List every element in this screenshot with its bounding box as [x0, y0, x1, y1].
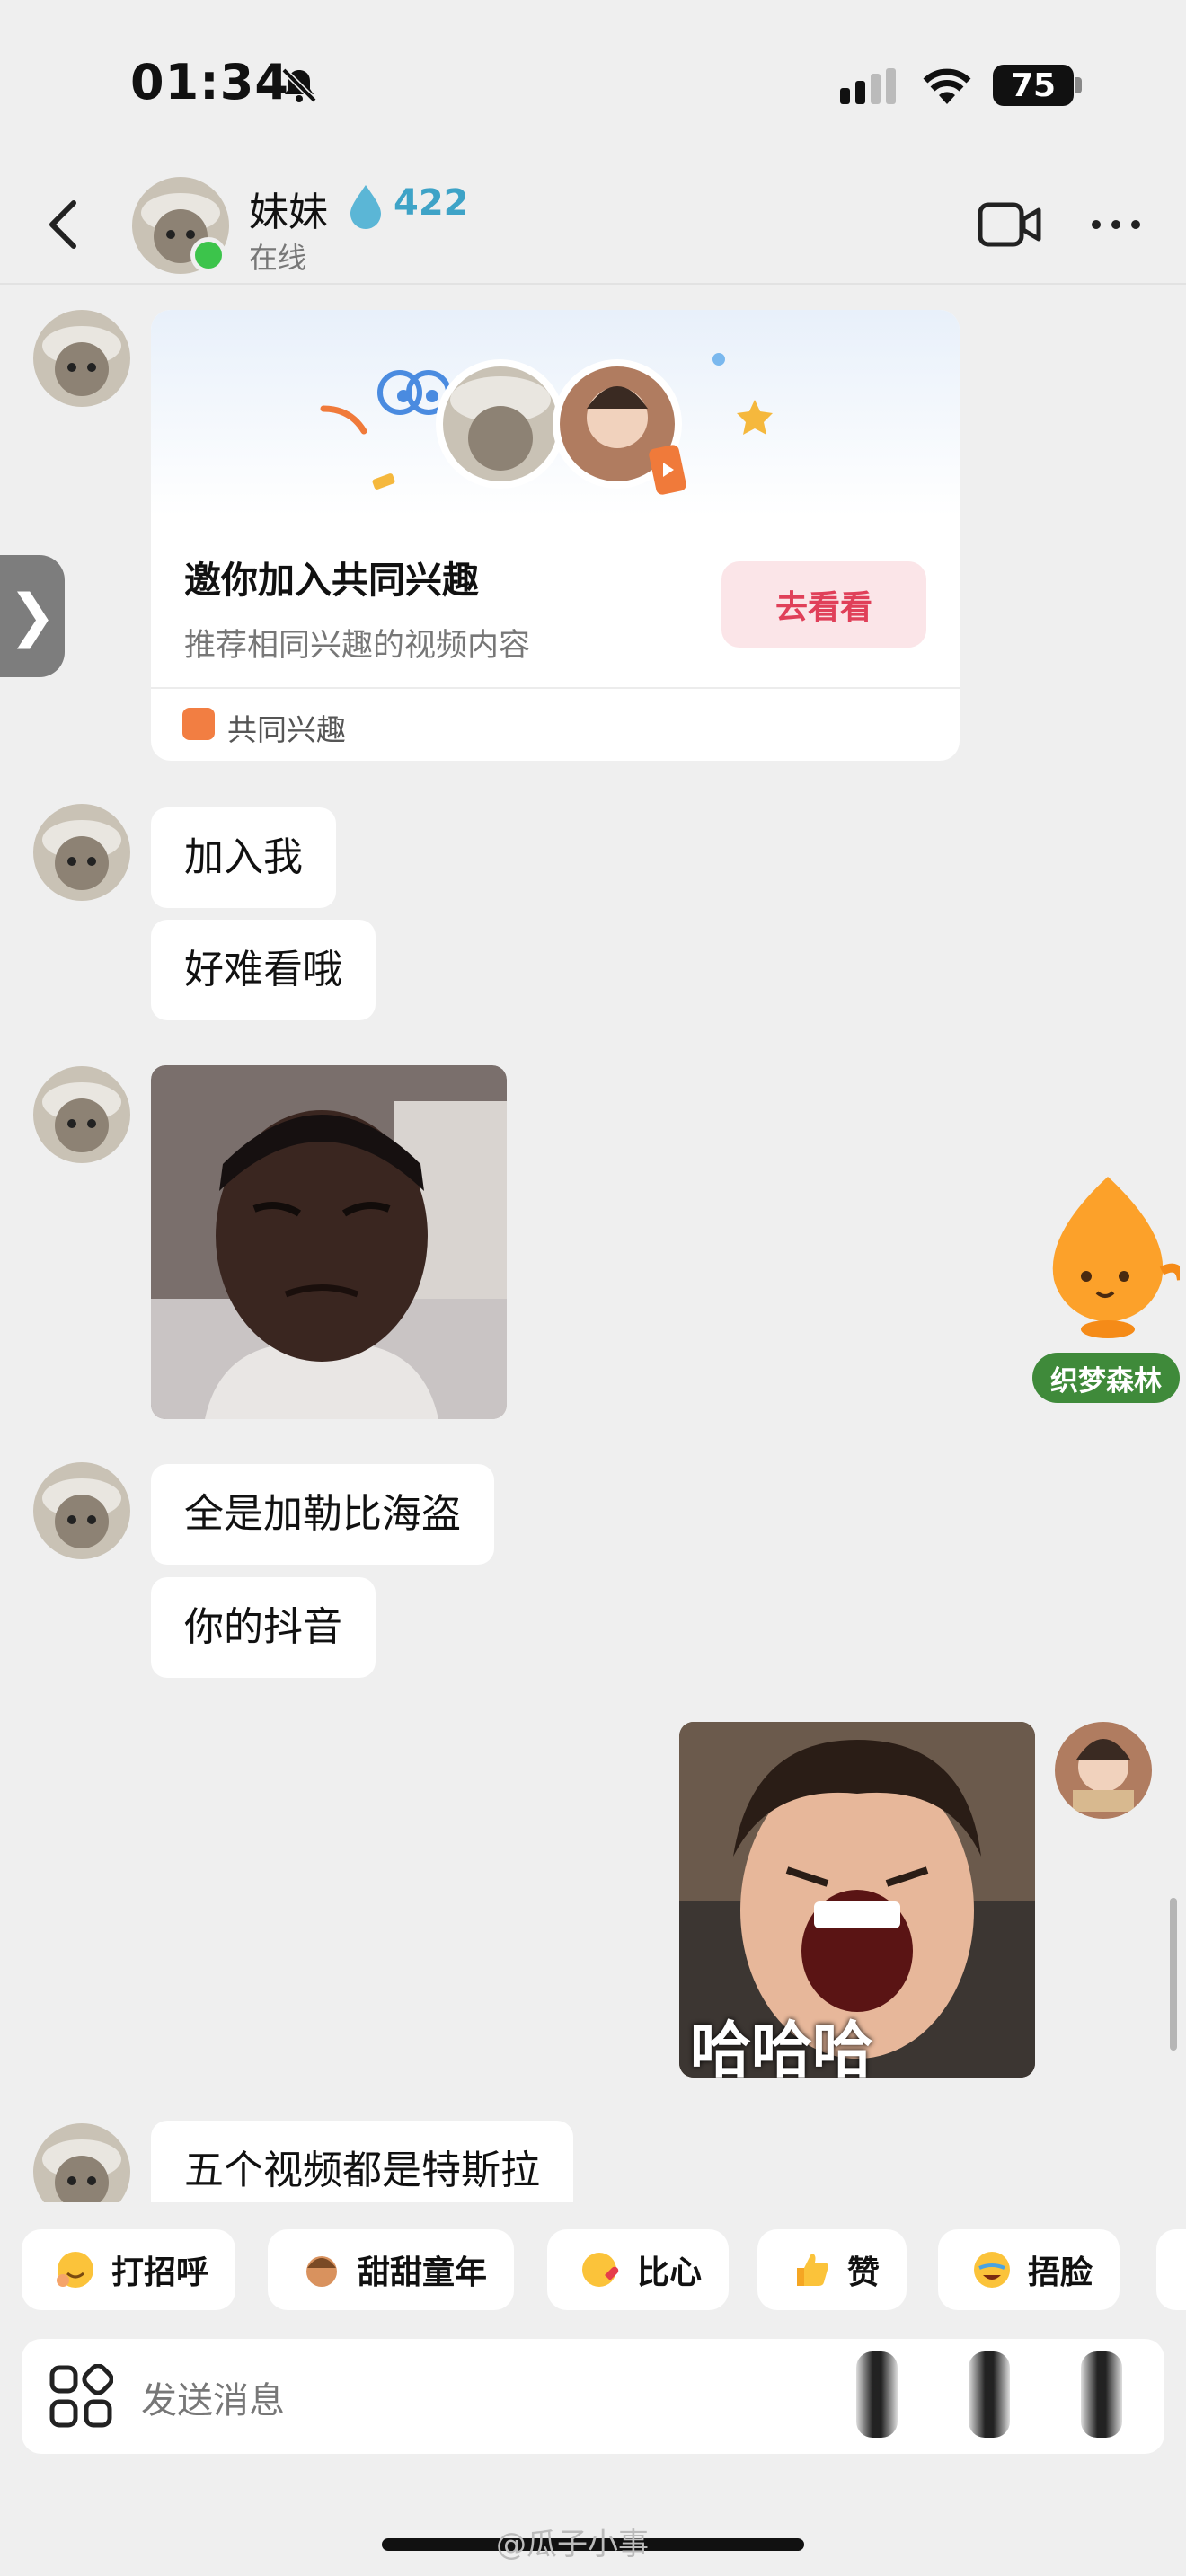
- quick-reply-greet[interactable]: 打招呼: [22, 2229, 236, 2310]
- forest-widget-label[interactable]: 织梦森林: [1032, 1353, 1180, 1403]
- presence-status: 在线: [249, 241, 307, 275]
- sender-avatar[interactable]: [33, 804, 130, 901]
- wifi-icon: [923, 68, 971, 104]
- card-footer-label: 共同兴趣: [227, 712, 346, 747]
- apps-grid-icon[interactable]: [49, 2364, 113, 2429]
- voice-icon[interactable]: [856, 2351, 898, 2438]
- card-divider: [151, 687, 960, 689]
- smile-wave-emoji-icon: [57, 2252, 93, 2288]
- chip-label: 赞: [847, 2254, 881, 2291]
- thumbs-up-emoji-icon: [797, 2254, 828, 2286]
- quick-reply-like[interactable]: 赞: [757, 2229, 907, 2310]
- quick-reply-facepalm[interactable]: 捂脸: [938, 2229, 1120, 2310]
- sender-avatar[interactable]: [33, 1066, 130, 1163]
- battery-tip: [1075, 77, 1082, 93]
- laughing-sticker[interactable]: 哈哈哈: [679, 1722, 1035, 2078]
- child-emoji-icon: [306, 2256, 337, 2287]
- watermark: @瓜子小事: [496, 2527, 649, 2563]
- quick-reply-overflow[interactable]: [1156, 2229, 1186, 2310]
- battery-indicator: 75: [993, 65, 1074, 106]
- scrollbar-thumb[interactable]: [1170, 1898, 1177, 2051]
- chip-label: 打招呼: [111, 2254, 209, 2291]
- quick-reply-heart[interactable]: 比心: [547, 2229, 730, 2310]
- heart-hands-emoji-icon: [582, 2253, 619, 2287]
- side-drawer-tab[interactable]: ❯: [0, 555, 65, 677]
- emoji-icon[interactable]: [969, 2351, 1010, 2438]
- chip-label: 甜甜童年: [358, 2254, 488, 2291]
- sender-avatar[interactable]: [33, 2123, 130, 2202]
- status-time: 01:34: [130, 54, 289, 110]
- video-call-icon[interactable]: [978, 199, 1042, 250]
- forest-mascot-icon[interactable]: [1036, 1172, 1180, 1338]
- last-message-row: 五个视频都是特斯拉: [0, 2102, 1186, 2202]
- streak-count: 422: [394, 182, 469, 224]
- card-subtitle: 推荐相同兴趣的视频内容: [184, 628, 531, 664]
- contact-name[interactable]: 妹妹: [249, 180, 328, 237]
- sender-avatar[interactable]: [33, 1462, 130, 1559]
- facepalm-emoji-icon: [974, 2252, 1010, 2288]
- water-drop-icon: [350, 185, 381, 229]
- message-bubble[interactable]: 全是加勒比海盗: [151, 1464, 494, 1565]
- bell-muted-icon: [281, 67, 317, 103]
- sender-avatar[interactable]: [33, 310, 130, 407]
- add-more-icon[interactable]: [1081, 2351, 1122, 2438]
- frowning-face-sticker[interactable]: [151, 1065, 507, 1419]
- interest-tag-icon: [182, 708, 215, 740]
- interest-card-illustration: [320, 353, 773, 495]
- message-bubble[interactable]: 好难看哦: [151, 920, 376, 1020]
- online-status-dot: [190, 237, 226, 273]
- card-title: 邀你加入共同兴趣: [184, 559, 479, 602]
- quick-reply-childhood[interactable]: 甜甜童年: [268, 2229, 515, 2310]
- chip-label: 捂脸: [1028, 2254, 1093, 2291]
- message-input[interactable]: 发送消息: [141, 2371, 285, 2423]
- sticker-caption: 哈哈哈: [690, 2016, 874, 2078]
- go-see-button[interactable]: 去看看: [721, 561, 926, 648]
- chip-label: 比心: [637, 2254, 703, 2291]
- message-bubble[interactable]: 加入我: [151, 807, 336, 908]
- more-options-icon[interactable]: [1089, 217, 1143, 232]
- back-arrow-icon[interactable]: [43, 198, 83, 251]
- message-bubble[interactable]: 五个视频都是特斯拉: [151, 2121, 573, 2202]
- my-avatar[interactable]: [1055, 1722, 1152, 1819]
- cellular-signal-icon: [840, 68, 896, 104]
- message-bubble[interactable]: 你的抖音: [151, 1577, 376, 1678]
